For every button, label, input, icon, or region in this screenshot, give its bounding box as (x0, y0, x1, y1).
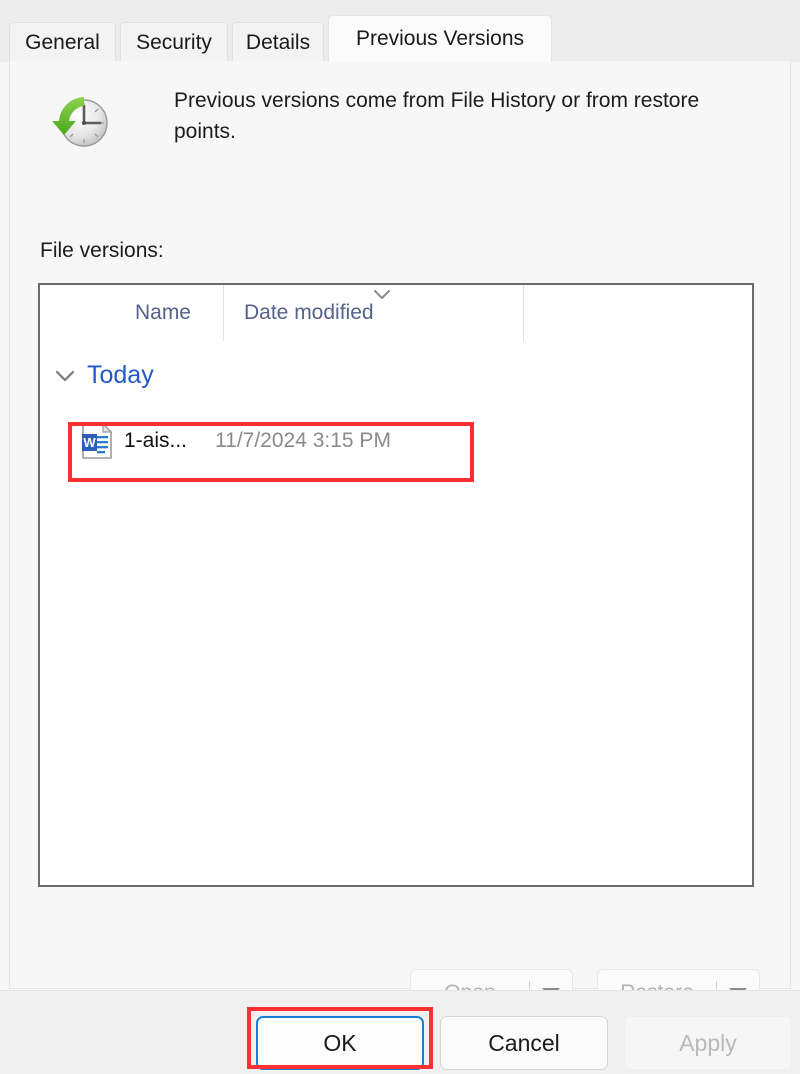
sort-chevron-down-icon (371, 287, 393, 301)
ok-button-label: OK (323, 1029, 357, 1056)
apply-button[interactable]: Apply (624, 1016, 792, 1070)
group-header-today[interactable]: Today (54, 361, 154, 390)
chevron-down-icon (54, 369, 76, 383)
column-header-date-modified-label: Date modified (244, 301, 374, 324)
ok-button[interactable]: OK (256, 1016, 424, 1070)
tab-strip: General Security Details Previous Versio… (0, 0, 800, 62)
tab-security-label: Security (136, 30, 212, 54)
dialog-body-panel: Previous versions come from File History… (9, 61, 791, 1017)
tab-general[interactable]: General (9, 22, 116, 62)
list-column-header: Name Date modified (40, 285, 752, 342)
previous-versions-header: Previous versions come from File History… (10, 85, 790, 171)
file-name: 1-ais... (124, 429, 188, 452)
previous-versions-description: Previous versions come from File History… (174, 89, 700, 143)
tab-security[interactable]: Security (120, 22, 228, 62)
clock-restore-icon (50, 91, 112, 153)
apply-button-label: Apply (679, 1029, 737, 1056)
cancel-button[interactable]: Cancel (440, 1016, 608, 1070)
column-header-name[interactable]: Name (40, 285, 224, 341)
file-versions-listbox[interactable]: Name Date modified Today W 1-ais... 11/7… (38, 283, 754, 887)
group-header-today-label: Today (87, 361, 154, 389)
tab-details-label: Details (245, 30, 311, 54)
tab-details[interactable]: Details (232, 22, 324, 62)
svg-text:W: W (83, 435, 96, 450)
table-row[interactable]: W 1-ais... 11/7/2024 3:15 PM (80, 412, 391, 470)
cancel-button-label: Cancel (488, 1029, 560, 1056)
word-document-icon: W (80, 422, 114, 460)
tab-previous-versions-label: Previous Versions (355, 27, 525, 50)
tab-general-label: General (25, 30, 100, 54)
file-date-modified: 11/7/2024 3:15 PM (215, 429, 391, 452)
tab-previous-versions[interactable]: Previous Versions (328, 15, 552, 62)
file-versions-label: File versions: (40, 239, 164, 262)
column-header-blank[interactable] (524, 285, 752, 341)
column-header-name-label: Name (134, 301, 191, 324)
